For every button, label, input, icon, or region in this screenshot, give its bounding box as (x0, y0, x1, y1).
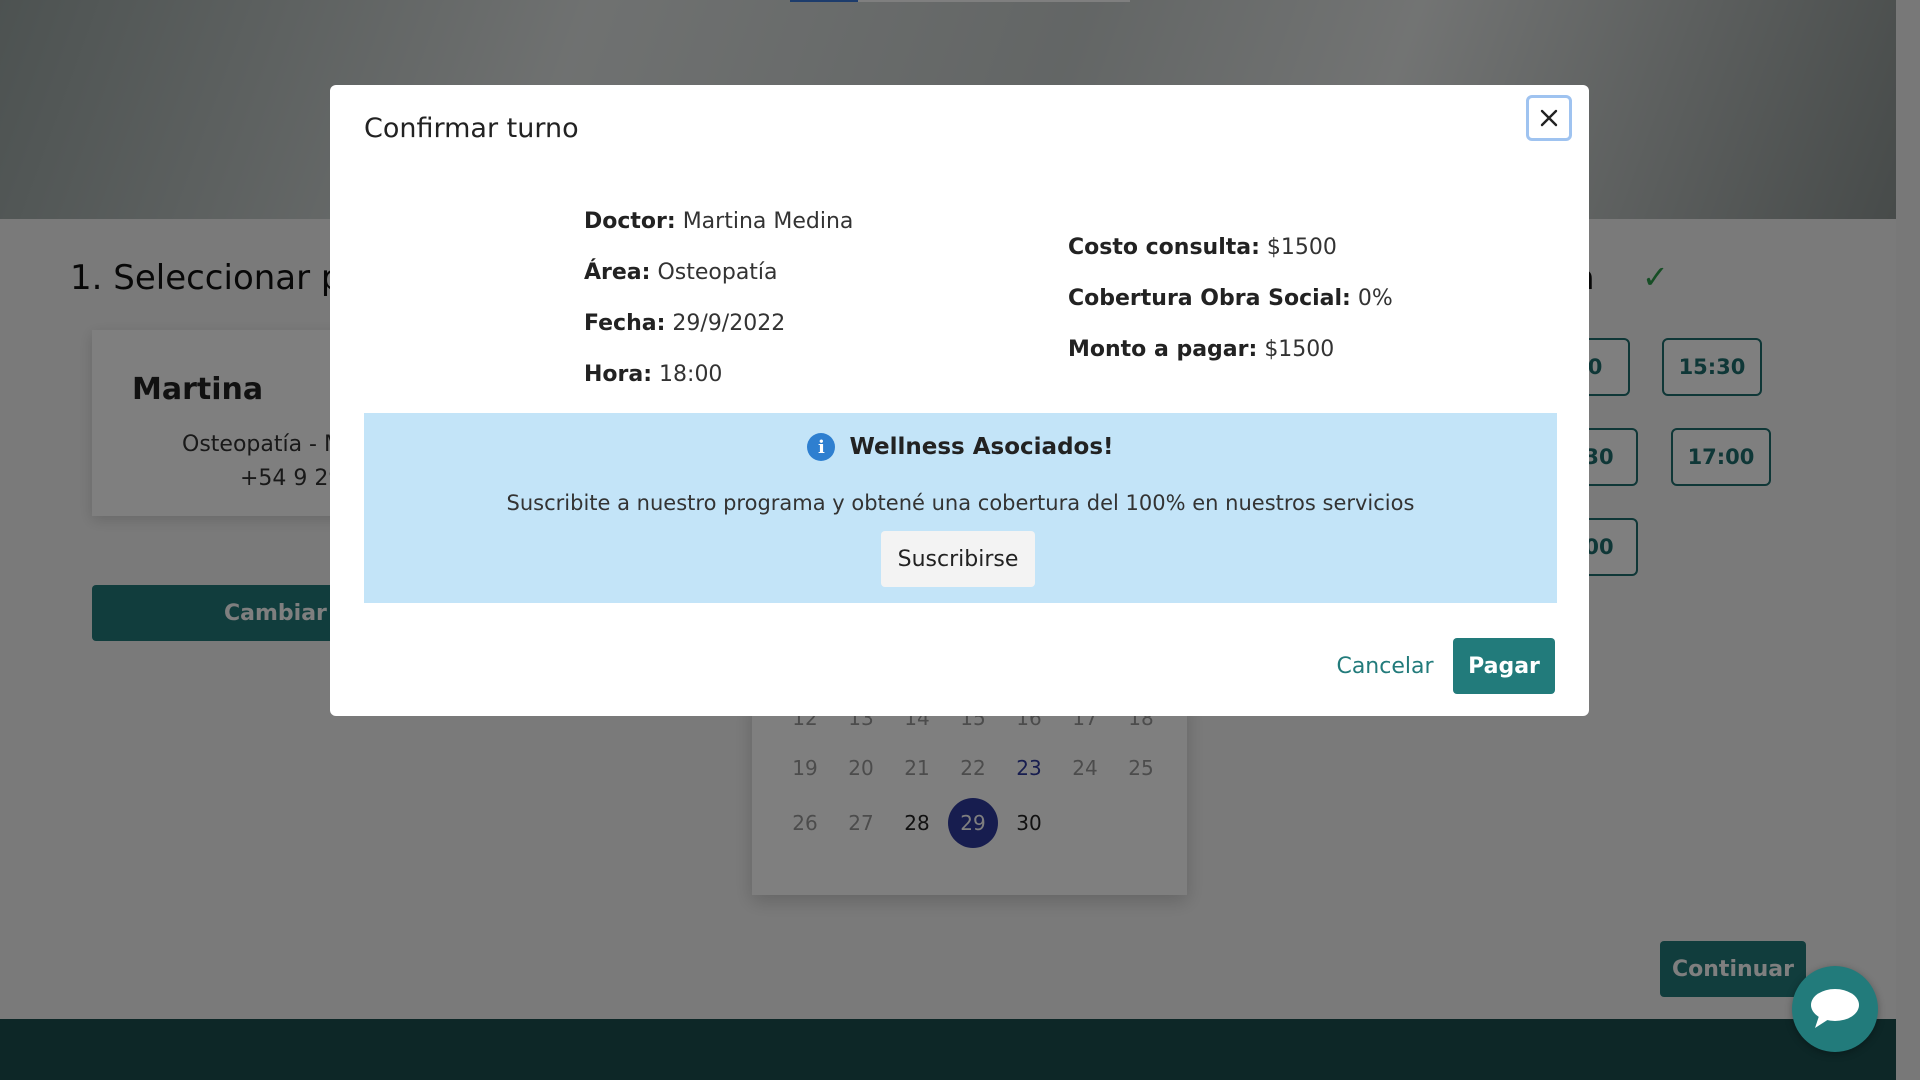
info-icon: i (807, 433, 836, 461)
doctor-value: Martina Medina (682, 209, 854, 234)
coverage-label: Cobertura Obra Social: (1068, 286, 1351, 311)
chat-button[interactable] (1792, 966, 1878, 1052)
chat-bubble-icon (1811, 989, 1859, 1028)
time-value: 18:00 (659, 362, 723, 387)
modal-title: Confirmar turno (364, 113, 579, 144)
time-label: Hora: (584, 362, 653, 387)
amount-value: $1500 (1264, 337, 1335, 362)
amount-info: Monto a pagar: $1500 (1068, 337, 1334, 362)
close-button[interactable] (1526, 95, 1572, 141)
cost-info: Costo consulta: $1500 (1068, 235, 1337, 260)
doctor-label: Doctor: (584, 209, 676, 234)
coverage-info: Cobertura Obra Social: 0% (1068, 286, 1393, 311)
close-icon (1540, 109, 1558, 127)
area-info: Área: Osteopatía (584, 260, 778, 285)
coverage-value: 0% (1357, 286, 1393, 311)
subscribe-button[interactable]: Suscribirse (881, 531, 1035, 587)
banner-header: i Wellness Asociados! (364, 433, 1557, 461)
time-info: Hora: 18:00 (584, 362, 722, 387)
cost-label: Costo consulta: (1068, 235, 1260, 260)
date-label: Fecha: (584, 311, 666, 336)
date-value: 29/9/2022 (672, 311, 786, 336)
area-value: Osteopatía (657, 260, 778, 285)
banner-title: Wellness Asociados! (849, 434, 1114, 460)
doctor-info: Doctor: Martina Medina (584, 209, 853, 234)
cost-value: $1500 (1266, 235, 1337, 260)
cancel-button[interactable]: Cancelar (1310, 638, 1460, 694)
amount-label: Monto a pagar: (1068, 337, 1258, 362)
confirm-appointment-modal: Confirmar turno Doctor: Martina Medina Á… (330, 85, 1589, 716)
area-label: Área: (584, 260, 651, 285)
banner-text: Suscribite a nuestro programa y obtené u… (506, 491, 1415, 515)
promo-banner: i Wellness Asociados! Suscribite a nuest… (364, 413, 1557, 603)
pay-button[interactable]: Pagar (1453, 638, 1555, 694)
date-info: Fecha: 29/9/2022 (584, 311, 785, 336)
